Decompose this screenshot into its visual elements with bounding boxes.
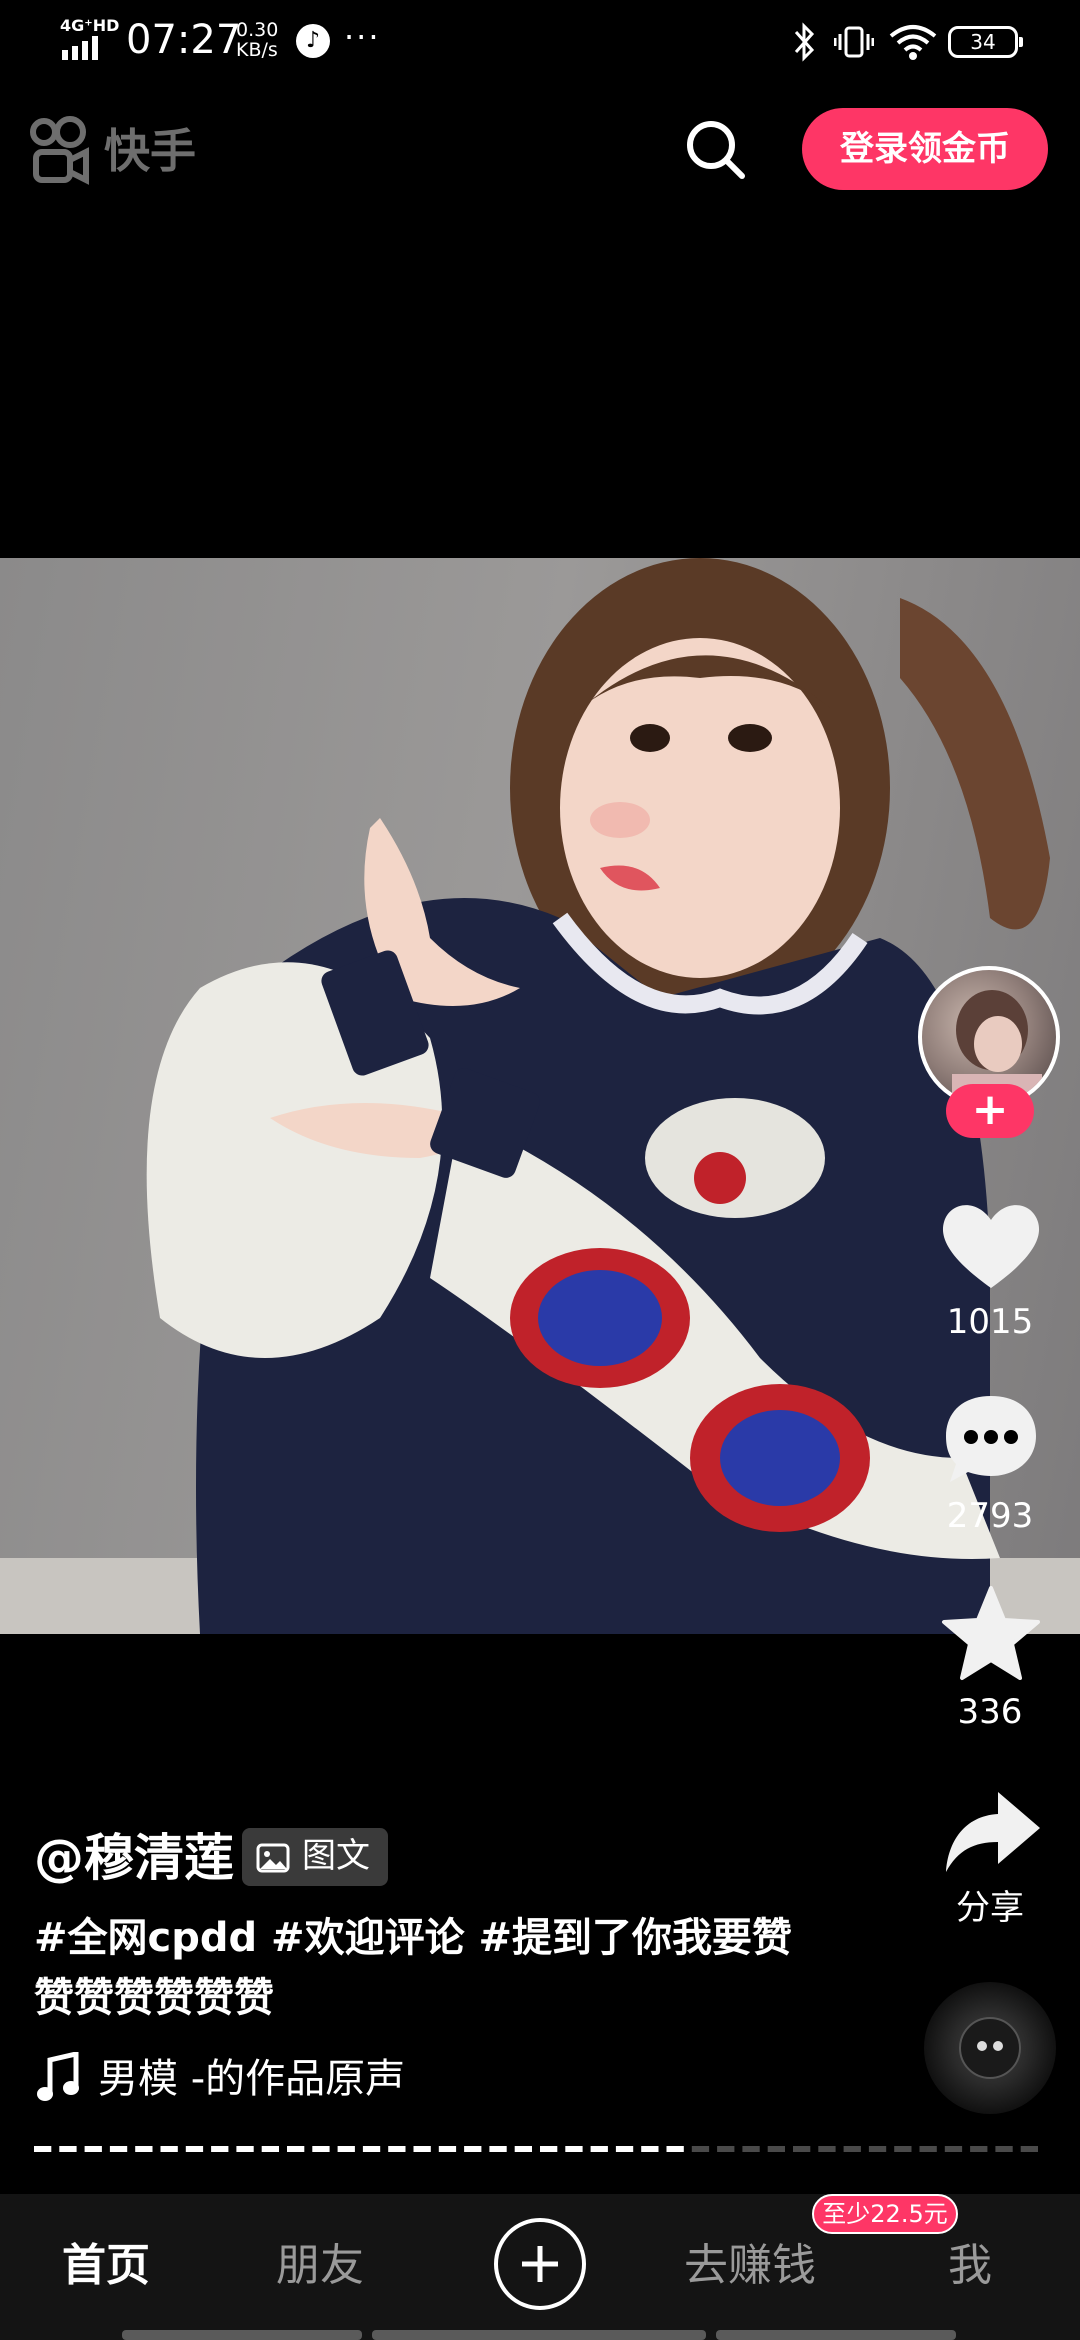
progress-dash: [894, 2146, 912, 2152]
wifi-icon: [889, 25, 937, 60]
tab-friends[interactable]: 朋友: [276, 2238, 364, 2294]
disc-cover-icon: [959, 2017, 1021, 2079]
follow-button[interactable]: +: [946, 1084, 1034, 1138]
comment-icon[interactable]: [936, 1390, 1046, 1490]
picture-icon: [256, 1843, 290, 1873]
photo-illustration: [0, 558, 1080, 1634]
plus-icon: [522, 2246, 558, 2282]
image-progress-indicator: [34, 2146, 1038, 2152]
author-name[interactable]: @穆清莲: [34, 1828, 234, 1888]
progress-dash: [944, 2146, 963, 2152]
badge-label: 图文: [302, 1836, 370, 1876]
progress-dash: [742, 2146, 760, 2152]
music-disc[interactable]: [924, 1982, 1056, 2114]
share-arrow-icon[interactable]: [936, 1784, 1046, 1884]
signal-icon: [62, 36, 98, 60]
progress-dash: [59, 2146, 77, 2152]
progress-dash: [793, 2146, 811, 2152]
progress-dash: [767, 2146, 785, 2152]
speed-value: 0.30: [236, 19, 279, 41]
progress-dash: [84, 2146, 102, 2152]
speed-unit: KB/s: [236, 39, 278, 61]
progress-dash: [312, 2146, 330, 2152]
progress-dash: [135, 2146, 153, 2152]
progress-dash: [970, 2146, 988, 2152]
like-heart-icon[interactable]: [936, 1196, 1046, 1296]
progress-dash: [489, 2146, 507, 2152]
more-notifications-icon: ···: [344, 18, 381, 56]
progress-dash: [641, 2146, 659, 2152]
progress-dash: [464, 2146, 482, 2152]
post-description[interactable]: #全网cpdd #欢迎评论 #提到了你我要赞赞赞赞赞赞赞: [34, 1908, 794, 2028]
network-indicator: 4G⁺HD: [60, 16, 120, 35]
progress-dash: [362, 2146, 381, 2152]
battery-level: 34: [970, 30, 996, 54]
music-note-icon: [37, 2052, 79, 2101]
battery-icon: 34: [948, 26, 1023, 58]
progress-dash: [388, 2146, 406, 2152]
progress-dash: [843, 2146, 861, 2152]
progress-dash: [691, 2146, 710, 2152]
image-text-badge: 图文: [242, 1828, 388, 1886]
clock: 07:27: [126, 17, 242, 63]
progress-dash: [236, 2146, 254, 2152]
post-image[interactable]: [0, 558, 1080, 1634]
kuaishou-logo-icon: [30, 116, 89, 185]
progress-dash: [666, 2146, 684, 2152]
network-speed: 0.30 KB/s: [236, 20, 278, 60]
music-app-icon: ♪: [296, 24, 330, 58]
gesture-hint: [716, 2330, 956, 2340]
progress-dash: [590, 2146, 608, 2152]
share-label[interactable]: 分享: [920, 1888, 1060, 1928]
tab-me[interactable]: 我: [948, 2238, 992, 2294]
progress-dash: [565, 2146, 583, 2152]
progress-dash: [109, 2146, 128, 2152]
create-post-button[interactable]: [494, 2218, 586, 2310]
progress-dash: [34, 2146, 52, 2152]
progress-dash: [287, 2146, 305, 2152]
progress-dash: [1020, 2146, 1038, 2152]
progress-dash: [818, 2146, 836, 2152]
progress-dash: [717, 2146, 735, 2152]
tab-home[interactable]: 首页: [62, 2238, 150, 2294]
login-earn-coins-button[interactable]: 登录领金币: [802, 108, 1048, 190]
comment-count: 2793: [946, 1496, 1034, 1536]
status-bar: 4G⁺HD 07:27 0.30 KB/s ♪ ··· 34: [0, 0, 1080, 84]
music-title[interactable]: 男模 -的作品原声: [98, 2052, 405, 2106]
progress-dash: [868, 2146, 887, 2152]
progress-dash: [337, 2146, 355, 2152]
gesture-hint: [122, 2330, 362, 2340]
vibrate-icon: [834, 26, 874, 58]
earn-reward-badge: 至少22.5元: [812, 2194, 958, 2234]
progress-dash: [919, 2146, 937, 2152]
progress-dash: [413, 2146, 431, 2152]
bluetooth-icon: [794, 22, 815, 62]
progress-dash: [160, 2146, 178, 2152]
favorite-count: 336: [957, 1692, 1023, 1732]
search-icon[interactable]: [684, 118, 746, 180]
progress-dash: [615, 2146, 634, 2152]
like-count: 1015: [946, 1302, 1034, 1342]
favorite-star-icon[interactable]: [936, 1584, 1046, 1684]
progress-dash: [211, 2146, 229, 2152]
gesture-hint: [372, 2330, 706, 2340]
progress-dash: [540, 2146, 558, 2152]
progress-dash: [995, 2146, 1013, 2152]
progress-dash: [185, 2146, 204, 2152]
tab-earn[interactable]: 去赚钱: [684, 2238, 816, 2294]
app-name: 快手: [104, 124, 196, 178]
progress-dash: [514, 2146, 532, 2152]
progress-dash: [261, 2146, 279, 2152]
progress-dash: [438, 2146, 457, 2152]
